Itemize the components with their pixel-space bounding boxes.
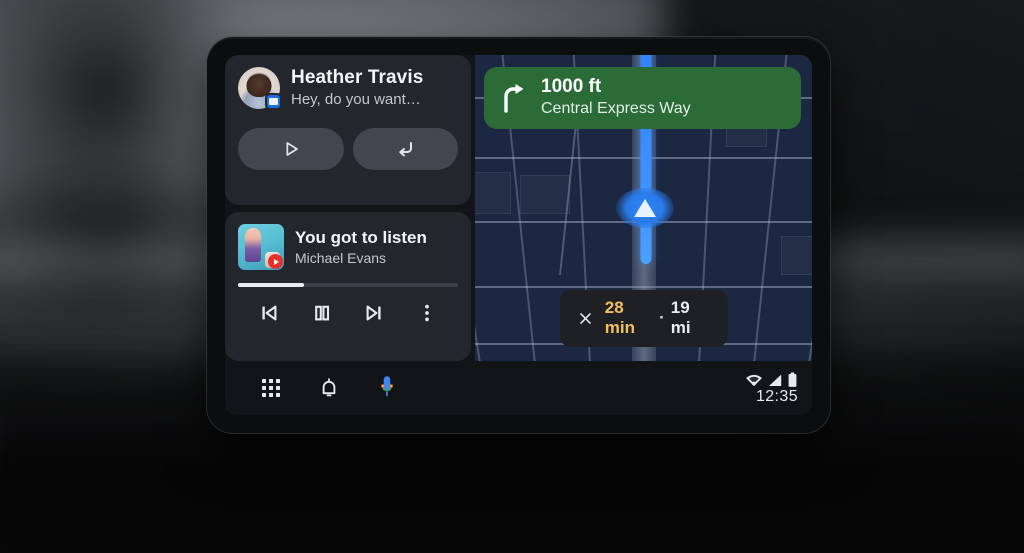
play-icon <box>280 138 302 160</box>
car-head-unit-display: Heather Travis Hey, do you want… Play <box>207 37 830 433</box>
wifi-icon <box>745 373 763 388</box>
message-sender-name: Heather Travis <box>291 67 423 89</box>
reply-icon <box>393 137 417 161</box>
bottom-navigation-bar: Apps Notifications Assistant <box>225 361 812 415</box>
navigation-map[interactable]: 1000 ft Central Express Way 28 min · 19 … <box>475 55 812 361</box>
playback-progress-bar[interactable] <box>238 283 458 287</box>
track-title: You got to listen <box>295 228 427 248</box>
media-overflow-button[interactable]: More options <box>401 301 454 325</box>
media-player-card[interactable]: You got to listen Michael Evans Previous <box>225 212 471 361</box>
skip-previous-icon <box>257 301 281 325</box>
youtube-music-badge <box>268 254 283 269</box>
album-art <box>238 224 284 270</box>
skip-next-icon <box>362 301 386 325</box>
media-text-block: You got to listen Michael Evans <box>295 228 427 266</box>
message-actions: Play Reply <box>238 128 458 170</box>
bell-icon <box>317 376 341 400</box>
status-cluster: 12:35 <box>745 372 798 405</box>
eta-duration: 28 min <box>605 298 653 338</box>
google-assistant-mic-icon <box>374 374 400 402</box>
navigation-street-name: Central Express Way <box>541 99 691 118</box>
message-preview-text: Hey, do you want… <box>291 91 423 110</box>
media-header: You got to listen Michael Evans <box>238 224 458 270</box>
eta-distance: 19 mi <box>671 298 710 338</box>
navigation-banner-text: 1000 ft Central Express Way <box>541 76 691 118</box>
track-artist: Michael Evans <box>295 250 427 266</box>
navigation-banner[interactable]: 1000 ft Central Express Way <box>484 67 801 129</box>
map-block <box>781 236 812 275</box>
media-controls: Previous Pause Next <box>238 301 458 325</box>
message-header: Heather Travis Hey, do you want… <box>238 67 458 110</box>
next-track-button[interactable]: Next <box>348 301 401 325</box>
reply-message-button[interactable]: Reply <box>353 128 459 170</box>
playback-progress-fill <box>238 283 304 287</box>
play-message-button[interactable]: Play <box>238 128 344 170</box>
album-art-figure <box>245 228 261 262</box>
app-launcher-button[interactable]: Apps <box>242 361 300 415</box>
apps-grid-icon <box>262 379 280 397</box>
pause-icon <box>310 301 334 325</box>
navigation-chevron-icon <box>616 188 674 228</box>
play-triangle-icon <box>274 259 279 265</box>
screen: Heather Travis Hey, do you want… Play <box>225 55 812 415</box>
map-road-vertical <box>804 55 812 361</box>
notifications-button[interactable]: Notifications <box>300 361 358 415</box>
pause-button[interactable]: Pause <box>296 301 349 325</box>
map-block <box>475 172 511 215</box>
cellular-signal-icon <box>767 373 783 388</box>
turn-right-icon <box>498 81 528 113</box>
messages-app-badge <box>265 93 282 110</box>
cards-column: Heather Travis Hey, do you want… Play <box>225 55 471 361</box>
contact-avatar <box>238 67 280 109</box>
status-clock: 12:35 <box>756 389 798 405</box>
eta-text-group: 28 min · 19 mi <box>605 298 710 338</box>
battery-icon <box>787 372 798 388</box>
previous-track-button[interactable]: Previous <box>243 301 296 325</box>
more-vert-icon <box>415 301 439 325</box>
message-text-block: Heather Travis Hey, do you want… <box>291 67 423 110</box>
close-icon[interactable] <box>577 310 593 327</box>
envelope-icon <box>269 98 278 105</box>
eta-separator: · <box>659 308 665 328</box>
assistant-button[interactable]: Assistant <box>358 361 416 415</box>
map-block <box>520 175 570 214</box>
status-icons <box>745 372 798 388</box>
chevron-shape <box>634 199 656 217</box>
eta-pill[interactable]: 28 min · 19 mi <box>559 290 728 347</box>
navigation-distance: 1000 ft <box>541 76 691 98</box>
message-card[interactable]: Heather Travis Hey, do you want… Play <box>225 55 471 205</box>
